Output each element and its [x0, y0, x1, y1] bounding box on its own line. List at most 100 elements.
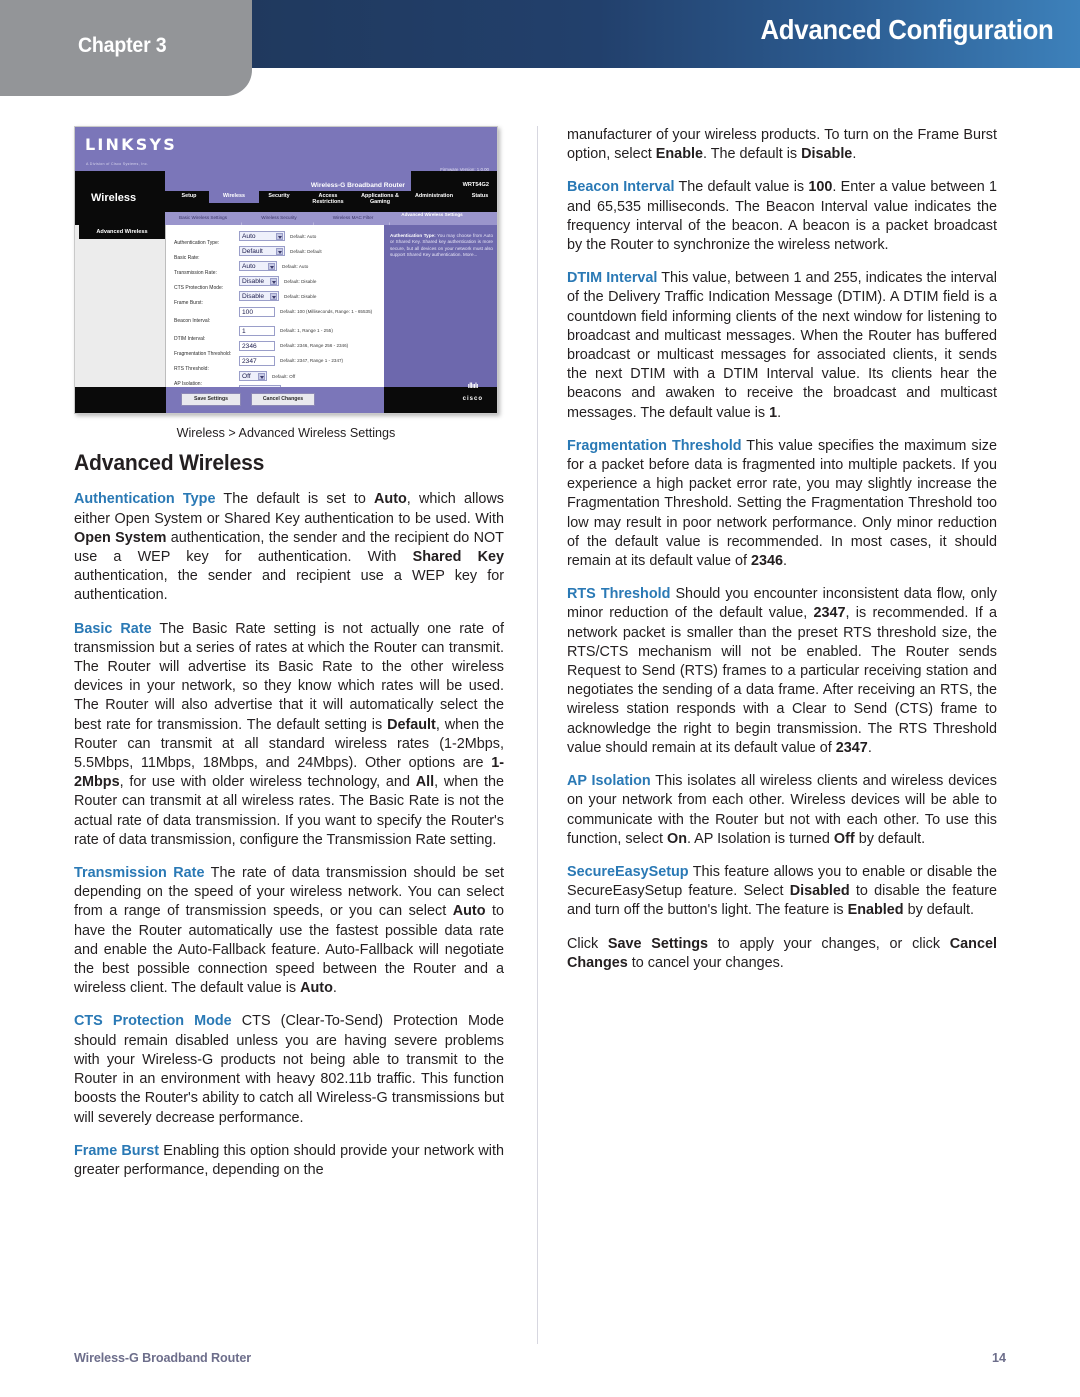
paragraph: Fragmentation Threshold This value speci…: [567, 437, 997, 571]
body-text: to apply your changes, or click: [708, 935, 950, 952]
field-default-beacon-interval: Default: 100 (Milliseconds, Range: 1 - 6…: [280, 309, 373, 314]
cancel-changes-button[interactable]: Cancel Changes: [251, 393, 315, 406]
bold-term: Off: [833, 830, 855, 847]
subtab-advanced-wireless-settings[interactable]: Advanced Wireless Settings: [395, 212, 469, 217]
section-title: Advanced Wireless: [74, 450, 265, 476]
body-text: The default is set to: [215, 491, 375, 508]
body-text: Click: [567, 935, 608, 952]
router-brand-bar: LINKSYS A Division of Cisco Systems, Inc…: [75, 127, 497, 172]
paragraph-lead-in: Beacon Interval: [567, 179, 675, 196]
subtab-wireless-security[interactable]: Wireless Security: [247, 215, 311, 220]
router-admin-screenshot: LINKSYS A Division of Cisco Systems, Inc…: [74, 126, 498, 414]
body-text: This value specifies the maximum size fo…: [567, 437, 997, 570]
paragraph-lead-in: Authentication Type: [74, 491, 216, 508]
subtab-wireless-mac-filter[interactable]: Wireless MAC Filter: [319, 215, 387, 220]
router-help-panel: Authentication Type: You may choose from…: [384, 225, 497, 389]
paragraph-lead-in: DTIM Interval: [567, 270, 658, 287]
bold-term: Auto: [452, 903, 486, 920]
paragraph: Transmission Rate The rate of data trans…: [74, 864, 504, 998]
bold-term: Auto: [374, 491, 407, 508]
paragraph: DTIM Interval This value, between 1 and …: [567, 269, 997, 423]
bold-term: Shared Key: [412, 549, 504, 566]
tab-wireless[interactable]: Wireless: [209, 189, 259, 203]
chapter-tab: Chapter 3: [0, 0, 252, 96]
cisco-logo: ıllıılı cisco: [463, 383, 483, 409]
bold-term: Disabled: [789, 883, 850, 900]
field-value-rts-threshold[interactable]: 2347: [239, 356, 275, 366]
field-default-basic-rate: Default: Default: [290, 249, 322, 254]
paragraph: SecureEasySetup This feature allows you …: [567, 863, 997, 921]
help-panel-title: Authentication Type:: [390, 233, 436, 238]
tab-setup[interactable]: Setup: [169, 193, 209, 199]
field-value-fragmentation-threshold[interactable]: 2346: [239, 341, 275, 351]
field-default-cts-protection-mode: Default: Disable: [284, 279, 317, 284]
field-value-transmission-rate[interactable]: Auto: [239, 261, 277, 271]
chapter-label: Chapter 3: [78, 34, 167, 57]
field-text-ap-isolation: Off: [242, 373, 251, 380]
paragraph-lead-in: Frame Burst: [74, 1142, 159, 1159]
router-left-nav: Advanced Wireless: [75, 225, 166, 389]
tab-administration[interactable]: Administration: [409, 193, 459, 199]
field-value-cts-protection-mode[interactable]: Disable: [239, 276, 279, 286]
paragraph: AP Isolation This isolates all wireless …: [567, 772, 997, 849]
field-value-ap-isolation[interactable]: Off: [239, 371, 267, 381]
field-text-cts-protection-mode: Disable: [242, 278, 264, 285]
tab-applications-gaming[interactable]: Applications & Gaming: [355, 193, 405, 205]
chevron-down-icon[interactable]: [258, 373, 265, 380]
body-text: , is recommended. If a network packet is…: [567, 605, 997, 756]
paragraph-lead-in: Transmission Rate: [74, 865, 205, 882]
header-gradient-bar: Advanced Configuration: [248, 0, 1080, 68]
field-text-authentication-type: Auto: [242, 233, 256, 240]
paragraph-lead-in: Fragmentation Threshold: [567, 437, 742, 454]
paragraph: CTS Protection Mode CTS (Clear-To-Send) …: [74, 1012, 504, 1127]
bold-term: Auto: [300, 980, 333, 997]
router-settings-form: Authentication Type: Auto Default: Auto …: [166, 225, 384, 401]
field-default-authentication-type: Default: Auto: [290, 234, 317, 239]
tab-security[interactable]: Security: [257, 193, 301, 199]
page-footer: Wireless-G Broadband Router 14: [74, 1351, 1006, 1371]
field-default-ap-isolation: Default: Off: [272, 374, 296, 379]
router-tab-strip: Setup Wireless Security Access Restricti…: [165, 189, 497, 211]
paragraph-lead-in: RTS Threshold: [567, 586, 671, 603]
tab-access-restrictions[interactable]: Access Restrictions: [305, 193, 351, 205]
footer-document-title: Wireless-G Broadband Router: [74, 1351, 252, 1365]
paragraph: Frame Burst Enabling this option should …: [74, 1142, 504, 1180]
router-model-bar: Wireless-G Broadband Router: [165, 171, 411, 191]
field-text-transmission-rate: Auto: [242, 263, 256, 270]
chevron-down-icon[interactable]: [270, 278, 277, 285]
page-header: Advanced Configuration Chapter 3: [0, 0, 1080, 100]
field-value-authentication-type[interactable]: Auto: [239, 231, 285, 241]
body-text: .: [783, 553, 787, 570]
chevron-down-icon[interactable]: [268, 263, 275, 270]
page-title: Advanced Configuration: [760, 14, 1054, 45]
cisco-bridge-icon: ıllıılı: [467, 382, 479, 390]
paragraph-lead-in: SecureEasySetup: [567, 863, 689, 880]
chevron-down-icon[interactable]: [270, 293, 277, 300]
chevron-down-icon[interactable]: [276, 248, 283, 255]
field-value-beacon-interval[interactable]: 100: [239, 307, 275, 317]
body-text: .: [852, 146, 857, 163]
paragraph-lead-in: CTS Protection Mode: [74, 1013, 232, 1030]
field-default-dtim-interval: Default: 1, Range 1 - 255): [280, 328, 333, 333]
field-value-basic-rate[interactable]: Default: [239, 246, 285, 256]
paragraph: Authentication Type The default is set t…: [74, 490, 504, 605]
right-column: manufacturer of your wireless products. …: [567, 126, 997, 973]
bold-term: On: [667, 830, 687, 847]
field-value-frame-burst[interactable]: Disable: [239, 291, 279, 301]
field-value-dtim-interval[interactable]: 1: [239, 326, 275, 336]
save-settings-button[interactable]: Save Settings: [181, 393, 241, 406]
figure-caption: Wireless > Advanced Wireless Settings: [176, 426, 396, 440]
tab-status[interactable]: Status: [463, 193, 497, 199]
body-text: . The default is: [702, 146, 802, 163]
paragraph-lead-in: Basic Rate: [74, 620, 152, 637]
subtab-basic-wireless-settings[interactable]: Basic Wireless Settings: [167, 215, 239, 220]
field-label-frame-burst: Frame Burst:: [174, 300, 203, 306]
field-default-transmission-rate: Default: Auto: [282, 264, 309, 269]
chevron-down-icon[interactable]: [276, 233, 283, 240]
paragraph-lead-in: AP Isolation: [567, 773, 651, 790]
bold-term: Save Settings: [607, 935, 709, 952]
bold-term: 1: [769, 404, 778, 421]
bold-term: 2346: [750, 553, 783, 570]
bold-term: Disable: [801, 146, 853, 163]
figure-router-screenshot: LINKSYS A Division of Cisco Systems, Inc…: [74, 126, 504, 443]
